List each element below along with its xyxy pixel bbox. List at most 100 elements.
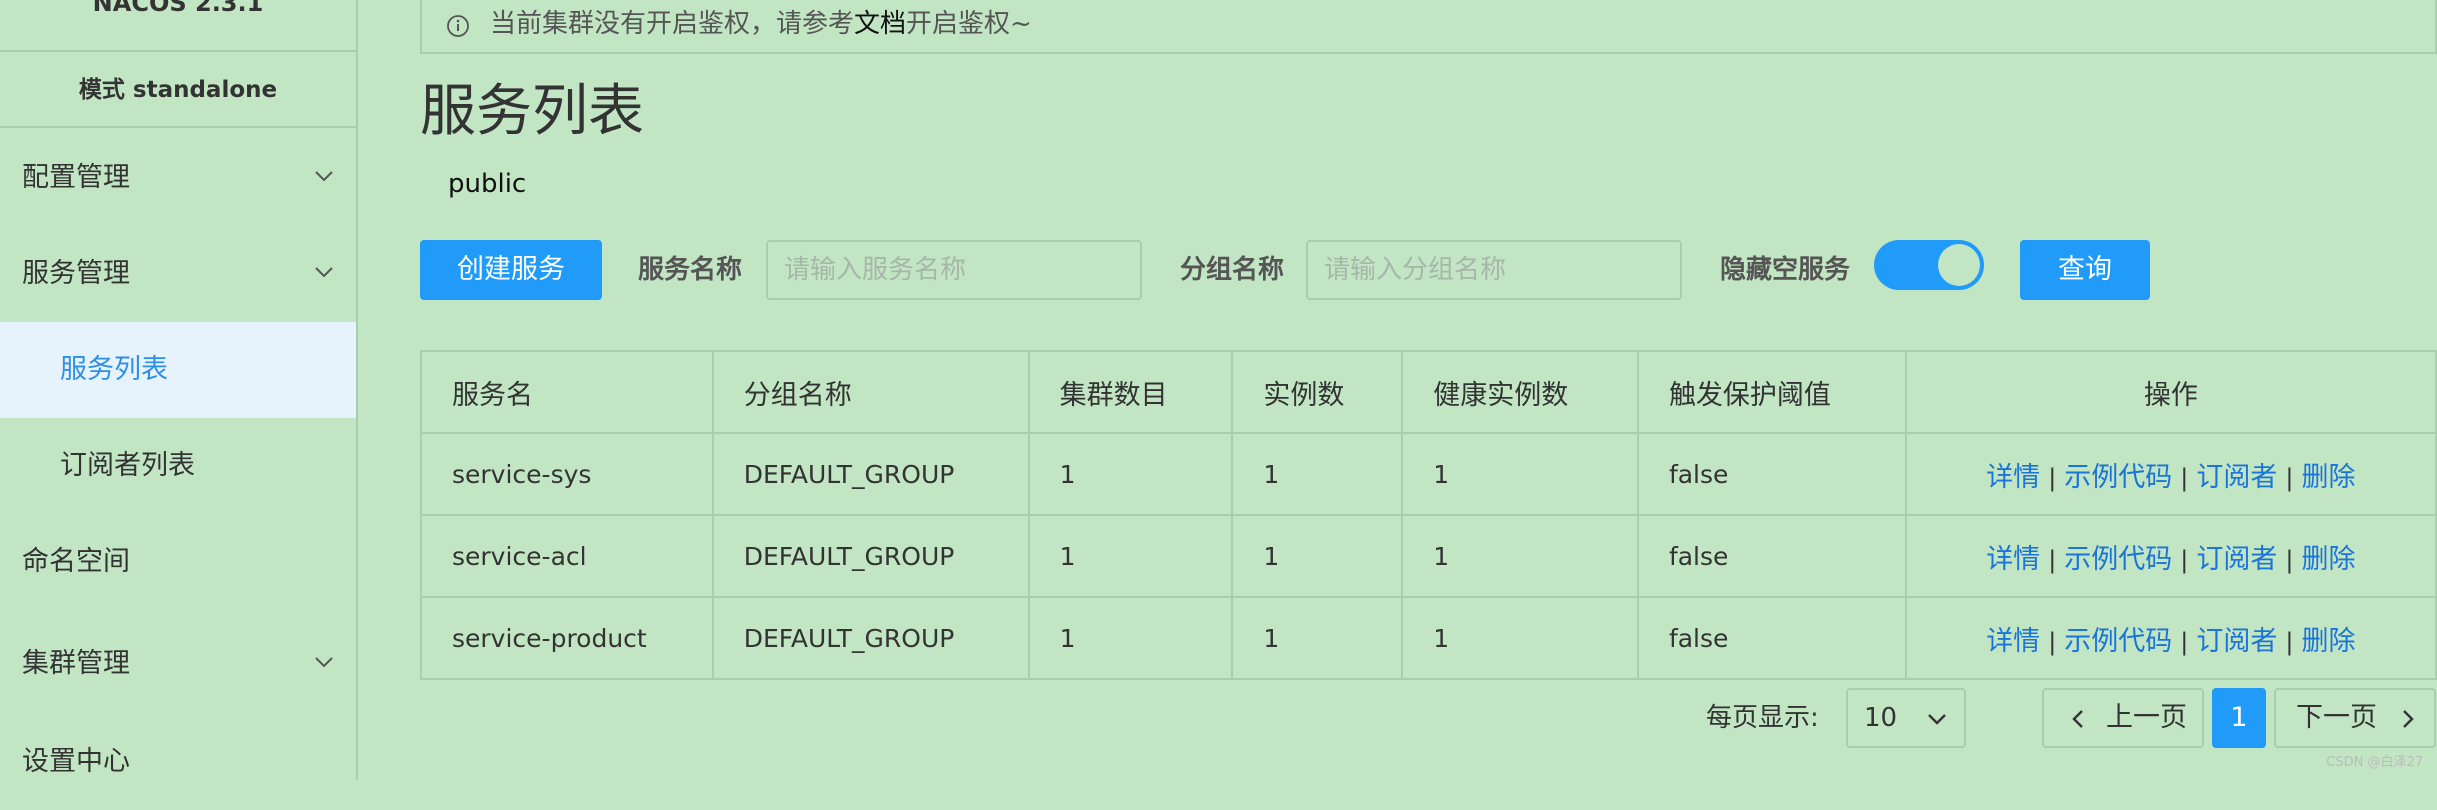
sidebar-item-label: 命名空间 [22, 546, 130, 577]
service-name-label: 服务名称 [638, 255, 743, 285]
cell-instance-count: 1 [1231, 514, 1404, 598]
sample-code-link[interactable]: 示例代码 [2064, 544, 2172, 575]
sidebar-item-service-management[interactable]: 服务管理 [0, 226, 356, 322]
create-service-button[interactable]: 创建服务 [420, 240, 602, 300]
sidebar-item-namespace[interactable]: 命名空间 [0, 514, 356, 610]
notice-text: 当前集群没有开启鉴权，请参考 [490, 9, 855, 39]
cell-operations: 详情 | 示例代码 | 订阅者 | 删除 [1904, 514, 2437, 598]
subscribers-link[interactable]: 订阅者 [2196, 626, 2277, 657]
cell-protect-threshold: false [1636, 596, 1907, 680]
table-row: service-acl DEFAULT_GROUP 1 1 1 false 详情… [420, 514, 2437, 598]
chevron-down-icon [1928, 714, 1946, 725]
sample-code-link[interactable]: 示例代码 [2064, 626, 2172, 657]
delete-link[interactable]: 删除 [2301, 544, 2355, 575]
chevron-left-icon [2072, 710, 2083, 728]
column-header-protect-threshold: 触发保护阈值 [1636, 350, 1907, 434]
action-separator: | [2048, 545, 2057, 574]
sidebar-item-label: 配置管理 [22, 162, 130, 193]
table-row: service-sys DEFAULT_GROUP 1 1 1 false 详情… [420, 432, 2437, 516]
sidebar-item-cluster-management[interactable]: 集群管理 [0, 616, 356, 712]
cell-operations: 详情 | 示例代码 | 订阅者 | 删除 [1904, 432, 2437, 516]
cell-healthy-count: 1 [1401, 432, 1639, 516]
sidebar-item-label: 订阅者列表 [60, 450, 195, 481]
service-name-input[interactable] [766, 240, 1142, 300]
subscribers-link[interactable]: 订阅者 [2196, 462, 2277, 493]
per-page-label: 每页显示: [1706, 703, 1819, 733]
detail-link[interactable]: 详情 [1986, 544, 2040, 575]
cell-service-name: service-product [420, 596, 714, 680]
notice-text-tail: 开启鉴权~ [906, 9, 1032, 39]
brand-logo-text: NACOS 2.3.1 [0, 0, 356, 52]
delete-link[interactable]: 删除 [2301, 626, 2355, 657]
page-number-current[interactable]: 1 [2212, 688, 2266, 748]
cell-instance-count: 1 [1231, 432, 1404, 516]
group-name-input[interactable] [1306, 240, 1682, 300]
cell-instance-count: 1 [1231, 596, 1404, 680]
prev-page-button[interactable]: 上一页 [2042, 688, 2204, 748]
detail-link[interactable]: 详情 [1986, 462, 2040, 493]
action-separator: | [2180, 545, 2189, 574]
sidebar: NACOS 2.3.1 模式 standalone 配置管理 服务管理 服务列表… [0, 0, 358, 780]
action-separator: | [2285, 463, 2294, 492]
column-header-group-name: 分组名称 [711, 350, 1030, 434]
group-name-label: 分组名称 [1180, 255, 1285, 285]
action-separator: | [2180, 463, 2189, 492]
sample-code-link[interactable]: 示例代码 [2064, 462, 2172, 493]
hide-empty-service-toggle[interactable] [1874, 240, 1984, 290]
chevron-down-icon [315, 171, 333, 182]
detail-link[interactable]: 详情 [1986, 626, 2040, 657]
namespace-tab-public[interactable]: public [448, 164, 526, 204]
sidebar-item-service-list[interactable]: 服务列表 [0, 322, 356, 418]
cell-operations: 详情 | 示例代码 | 订阅者 | 删除 [1904, 596, 2437, 680]
column-header-operations: 操作 [1904, 350, 2437, 434]
delete-link[interactable]: 删除 [2301, 462, 2355, 493]
sidebar-item-label: 服务管理 [22, 258, 130, 289]
per-page-select[interactable]: 10 [1846, 688, 1966, 748]
table-header-row: 服务名 分组名称 集群数目 实例数 健康实例数 触发保护阈值 操作 [420, 350, 2437, 434]
cell-healthy-count: 1 [1401, 596, 1639, 680]
sidebar-item-settings-center[interactable]: 设置中心 [0, 714, 356, 810]
hide-empty-service-label: 隐藏空服务 [1720, 255, 1851, 285]
service-table: 服务名 分组名称 集群数目 实例数 健康实例数 触发保护阈值 操作 servic… [420, 350, 2437, 680]
auth-notice: 当前集群没有开启鉴权，请参考文档开启鉴权~ [420, 0, 2437, 54]
action-separator: | [2285, 545, 2294, 574]
watermark: CSDN @白泽27 [2326, 755, 2423, 770]
cell-protect-threshold: false [1636, 514, 1907, 598]
action-separator: | [2180, 627, 2189, 656]
column-header-healthy-instance-count: 健康实例数 [1401, 350, 1639, 434]
cell-service-name: service-sys [420, 432, 714, 516]
cell-cluster-count: 1 [1027, 596, 1234, 680]
query-button[interactable]: 查询 [2020, 240, 2150, 300]
chevron-down-icon [315, 267, 333, 278]
sidebar-item-config-management[interactable]: 配置管理 [0, 130, 356, 226]
sidebar-item-subscriber-list[interactable]: 订阅者列表 [0, 418, 356, 514]
prev-page-label: 上一页 [2106, 702, 2187, 733]
table-row: service-product DEFAULT_GROUP 1 1 1 fals… [420, 596, 2437, 680]
column-header-instance-count: 实例数 [1231, 350, 1404, 434]
cell-cluster-count: 1 [1027, 432, 1234, 516]
action-separator: | [2048, 627, 2057, 656]
chevron-right-icon [2403, 710, 2414, 728]
column-header-cluster-count: 集群数目 [1027, 350, 1234, 434]
cell-service-name: service-acl [420, 514, 714, 598]
subscribers-link[interactable]: 订阅者 [2196, 544, 2277, 575]
docs-link[interactable]: 文档 [854, 9, 906, 39]
action-separator: | [2048, 463, 2057, 492]
chevron-down-icon [315, 657, 333, 668]
action-separator: | [2285, 627, 2294, 656]
cell-protect-threshold: false [1636, 432, 1907, 516]
cell-group-name: DEFAULT_GROUP [711, 432, 1030, 516]
sidebar-item-label: 集群管理 [22, 648, 130, 679]
per-page-value: 10 [1864, 703, 1898, 733]
mode-label: 模式 standalone [0, 52, 356, 128]
column-header-service-name: 服务名 [420, 350, 714, 434]
cell-group-name: DEFAULT_GROUP [711, 514, 1030, 598]
cell-healthy-count: 1 [1401, 514, 1639, 598]
next-page-button[interactable]: 下一页 [2274, 688, 2436, 748]
cell-group-name: DEFAULT_GROUP [711, 596, 1030, 680]
toggle-knob [1938, 244, 1980, 286]
page-title: 服务列表 [420, 79, 644, 144]
sidebar-item-label: 设置中心 [22, 746, 130, 777]
cell-cluster-count: 1 [1027, 514, 1234, 598]
sidebar-item-label: 服务列表 [60, 354, 168, 385]
